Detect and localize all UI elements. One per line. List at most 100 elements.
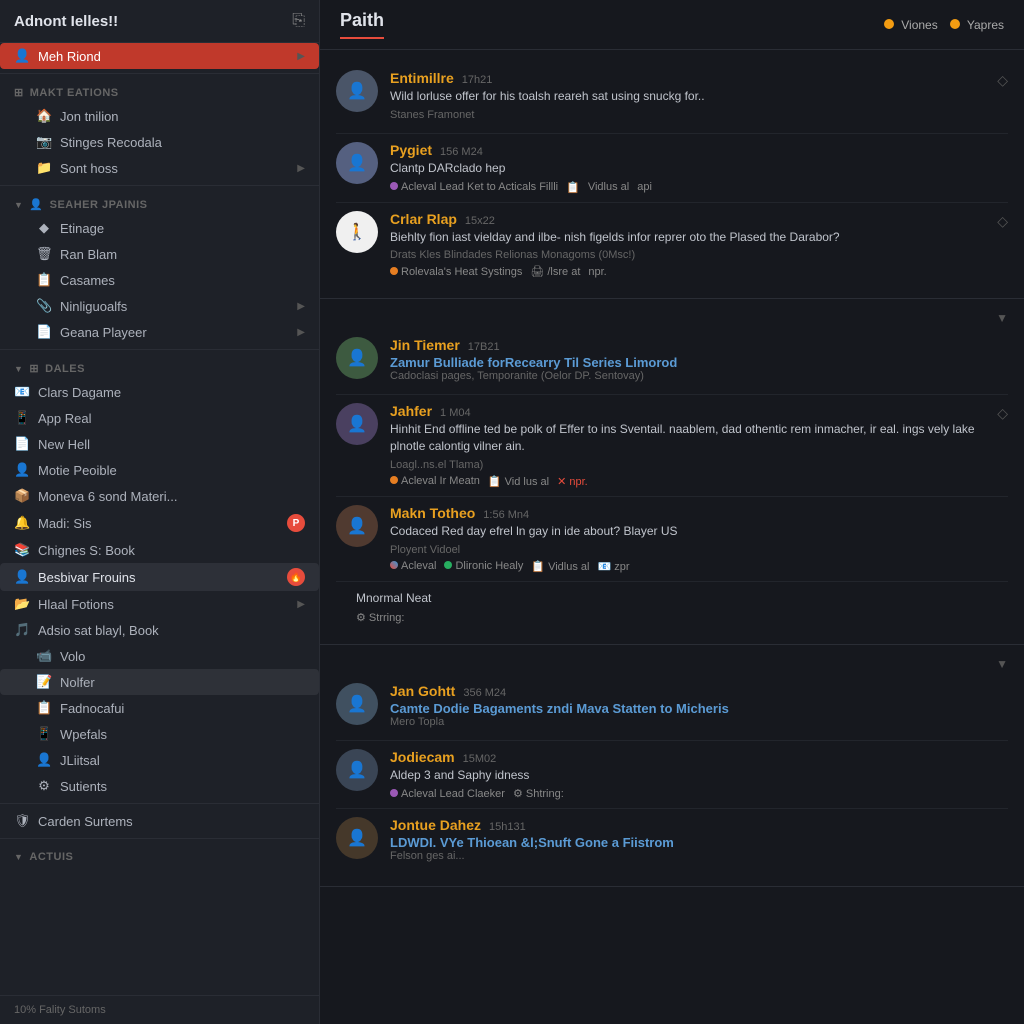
sidebar-item-jliitsal[interactable]: 👤 JLiitsal — [0, 747, 319, 773]
tag-1: Acleval — [390, 560, 436, 572]
section-icon: ⊞ — [14, 86, 24, 99]
feed-time: 17h21 — [462, 74, 493, 86]
feed-header-jahfer: Jahfer 1 M04 — [390, 403, 985, 419]
feed-time: 15h131 — [489, 821, 526, 833]
sidebar-item-madi[interactable]: 🔔 Madi: Sis P — [0, 509, 319, 537]
feed-text: Aldep 3 and Saphy idness — [390, 767, 1008, 784]
bookmark-icon-3[interactable]: ◇ — [997, 403, 1008, 422]
footer-text: 10% Fality Sutoms — [14, 1004, 106, 1016]
feed-group-3: ▼ 👤 Jan Gohtt 356 M24 Camte Dodie Bagame… — [320, 645, 1024, 888]
sidebar-item-top[interactable]: 👤 Meh Riond ▶ — [0, 43, 319, 69]
feed-item-jahfer: 👤 Jahfer 1 M04 Hinhit End offline ted be… — [336, 395, 1008, 497]
section-seaher-header[interactable]: ▼ 👤 Seaher Jpainis — [0, 190, 319, 215]
bookmark-icon[interactable]: ◇ — [997, 70, 1008, 89]
sidebar-item-clars[interactable]: 📧 Clars Dagame — [0, 379, 319, 405]
bookmark-icon-2[interactable]: ◇ — [997, 211, 1008, 230]
sidebar-item-motie[interactable]: 👤 Motie Peoible — [0, 457, 319, 483]
sidebar-item-moneva[interactable]: 📦 Moneva 6 sond Materi... — [0, 483, 319, 509]
section-makt-header[interactable]: ⊞ Makt eations — [0, 78, 319, 103]
feed-link-jan[interactable]: Camte Dodie Bagaments zndi Mava Statten … — [390, 701, 1008, 716]
sidebar-item-volo[interactable]: 📹 Volo — [0, 643, 319, 669]
feed-link[interactable]: Zamur Bulliade forRecearry Til Series Li… — [390, 355, 1008, 370]
mobile-icon: 📱 — [14, 410, 30, 426]
item-label: Fadnocafui — [60, 701, 305, 716]
sidebar-item-ran[interactable]: 🗑 Ran Blam — [0, 241, 319, 267]
sidebar-item-app[interactable]: 📱 App Real — [0, 405, 319, 431]
sidebar-item-newhell[interactable]: 📄 New Hell — [0, 431, 319, 457]
tag-4: 📧 zpr — [597, 560, 629, 573]
item-label: Etinage — [60, 221, 305, 236]
email-icon: 📧 — [14, 384, 30, 400]
tag-2: 📋 — [566, 181, 580, 194]
tag-dot-purple — [390, 182, 398, 190]
shield-icon: 🛡 — [14, 813, 30, 829]
tag-2: Dlironic Healy — [444, 560, 523, 572]
sidebar-item-sutients[interactable]: ⚙ Sutients — [0, 773, 319, 799]
sidebar-item-nolfer[interactable]: 📝 Nolfer — [0, 669, 319, 695]
item-label: Sutients — [60, 779, 305, 794]
feed-name: Entimillre — [390, 70, 454, 86]
folder-icon: 📂 — [14, 596, 30, 612]
sidebar-item-geana[interactable]: 📄 Geana Playeer ▶ — [0, 319, 319, 345]
person2-icon: 👤 — [36, 752, 52, 768]
expand-group-icon[interactable]: ▼ — [996, 311, 1008, 325]
feed-tags-makn: Acleval Dlironic Healy 📋 Vidlus al 📧 zpr — [390, 560, 1008, 573]
feed-body-jontue: Jontue Dahez 15h131 LDWDI. VYe Thioean &… — [390, 817, 1008, 866]
section-label: Makt eations — [30, 87, 119, 99]
sidebar-item-adsio[interactable]: 🎵 Adsio sat blayl, Book — [0, 617, 319, 643]
tag-dot-multi — [390, 561, 398, 569]
sidebar-item-sont[interactable]: 📁 Sont hoss ▶ — [0, 155, 319, 181]
feed-body-jodiecam: Jodiecam 15M02 Aldep 3 and Saphy idness … — [390, 749, 1008, 801]
feed-item-entimillre: 👤 Entimillre 17h21 Wild lorluse offer fo… — [336, 62, 1008, 134]
trash-icon: 🗑 — [36, 246, 52, 262]
sidebar-item-jon[interactable]: 🏠 Jon tnilion — [0, 103, 319, 129]
badge-madi: P — [287, 514, 305, 532]
sidebar-item-casames[interactable]: 📋 Casames — [0, 267, 319, 293]
item-label: Sont hoss — [60, 161, 289, 176]
feed-tags-jodiecam: Acleval Lead Claeker ⚙ Shtring: — [390, 787, 1008, 800]
tag-1: Acleval Lead Claeker — [390, 788, 505, 800]
feed-item-jontue: 👤 Jontue Dahez 15h131 LDWDI. VYe Thioean… — [336, 809, 1008, 874]
sidebar-title: Adnont Ielles!! — [14, 13, 118, 30]
gear-icon: ⚙ — [36, 778, 52, 794]
feed-body-jan: Jan Gohtt 356 M24 Camte Dodie Bagaments … — [390, 683, 1008, 732]
tag-1: Acleval Ir Meatn — [390, 475, 480, 487]
sidebar-item-chignes[interactable]: 📚 Chignes S: Book — [0, 537, 319, 563]
feed-item-makn: 👤 Makn Totheo 1:56 Mn4 Codaced Red day e… — [336, 497, 1008, 582]
item-label: Motie Peoible — [38, 463, 305, 478]
feed-name: Jodiecam — [390, 749, 455, 765]
feed-time: 15x22 — [465, 215, 495, 227]
sidebar-item-ninlig[interactable]: 📎 Ninliguoalfs ▶ — [0, 293, 319, 319]
sidebar-item-hlaal[interactable]: 📂 Hlaal Fotions ▶ — [0, 591, 319, 617]
feed-link-jontue[interactable]: LDWDI. VYe Thioean &l;Snuft Gone a Fiist… — [390, 835, 1008, 850]
sidebar-item-carden[interactable]: 🛡 Carden Surtems — [0, 808, 319, 834]
sidebar-item-besbivar[interactable]: 👤 Besbivar Frouins 🔥 — [0, 563, 319, 591]
item-label: Volo — [60, 649, 305, 664]
feed-header-jodiecam: Jodiecam 15M02 — [390, 749, 1008, 765]
feed-header-jin: Jin Tiemer 17B21 — [390, 337, 1008, 353]
item-label: Besbivar Frouins — [38, 570, 279, 585]
share-icon[interactable]: ⎘ — [292, 12, 305, 30]
tag-1: Rolevala's Heat Systings — [390, 266, 522, 278]
section-actuis-header[interactable]: ▼ Actuis — [0, 843, 319, 867]
home-icon: 🏠 — [36, 108, 52, 124]
section-dales-header[interactable]: ▼ ⊞ Dales — [0, 354, 319, 379]
feed-name: Jontue Dahez — [390, 817, 481, 833]
person-icon: 👤 — [14, 462, 30, 478]
collapse-arrow-icon: ▼ — [14, 852, 23, 862]
tag-dot — [390, 476, 398, 484]
sidebar-item-etinage[interactable]: ◆ Etinage — [0, 215, 319, 241]
expand-group-icon-2[interactable]: ▼ — [996, 657, 1008, 671]
feed-subtext: Stanes Framonet — [390, 109, 985, 121]
sidebar-item-stinges[interactable]: 📷 Stinges Recodala — [0, 129, 319, 155]
feed-body-mnormal: Mnormal Neat ⚙ Strring: — [356, 590, 1008, 624]
dales-icon: ⊞ — [29, 362, 39, 375]
sidebar-item-fadnoc[interactable]: 📋 Fadnocafui — [0, 695, 319, 721]
chevron-right-icon: ▶ — [297, 599, 305, 610]
folder-icon: 📁 — [36, 160, 52, 176]
sidebar-item-wpefals[interactable]: 📱 Wpefals — [0, 721, 319, 747]
header-status: Viones Yapres — [884, 18, 1004, 32]
photo-icon: 📷 — [36, 134, 52, 150]
doc-icon: 📄 — [36, 324, 52, 340]
feed-subtext: Drats Kles Blindades Relionas Monagoms (… — [390, 249, 985, 261]
